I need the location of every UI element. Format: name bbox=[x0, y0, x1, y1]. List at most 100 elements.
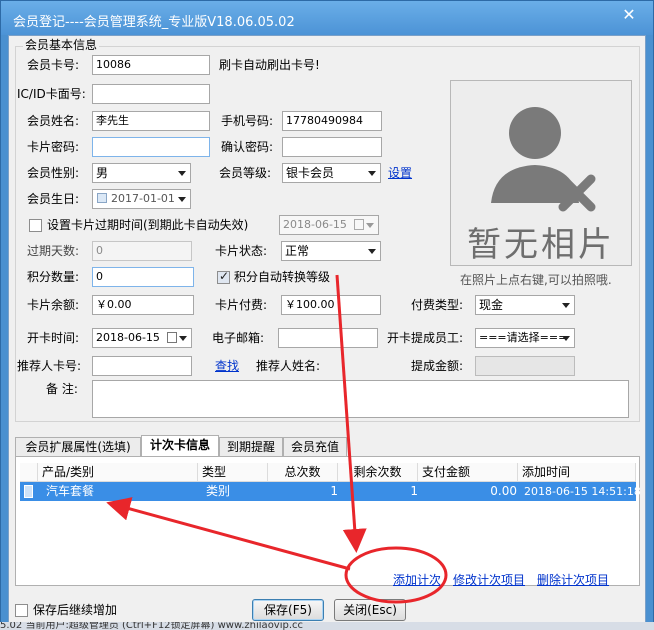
name-field[interactable]: 李先生 bbox=[92, 111, 210, 131]
row-indicator-icon bbox=[24, 485, 33, 498]
points-field[interactable]: 0 bbox=[92, 267, 194, 287]
add-count-link[interactable]: 添加计次 bbox=[393, 573, 441, 587]
points-label: 积分数量: bbox=[27, 270, 80, 284]
member-photo[interactable]: 暂无相片 bbox=[450, 80, 632, 266]
birthday-value: 2017-01-01 bbox=[111, 192, 175, 205]
level-settings-link[interactable]: 设置 bbox=[388, 166, 412, 180]
tab-member-extended[interactable]: 会员扩展属性(选填) bbox=[15, 437, 141, 457]
card-no-label: 会员卡号: bbox=[27, 58, 80, 72]
phone-label: 手机号码: bbox=[221, 114, 274, 128]
open-time-label: 开卡时间: bbox=[27, 331, 80, 345]
open-time-value: 2018-06-15 bbox=[96, 331, 160, 344]
chevron-down-icon bbox=[562, 336, 570, 341]
remark-label: 备 注: bbox=[46, 382, 78, 396]
card-hint: 刷卡自动刷出卡号! bbox=[219, 58, 320, 72]
ic-card-label: IC/ID卡面号: bbox=[17, 87, 86, 101]
col-amount[interactable]: 支付金额 bbox=[418, 463, 518, 482]
chevron-down-icon bbox=[368, 249, 376, 254]
referrer-label: 推荐人卡号: bbox=[17, 359, 82, 373]
level-value: 银卡会员 bbox=[286, 166, 335, 180]
row-indicator-header bbox=[20, 463, 38, 482]
expire-checkbox[interactable] bbox=[29, 219, 42, 232]
password-field[interactable] bbox=[92, 137, 210, 157]
cell-total: 1 bbox=[330, 484, 338, 498]
photo-hint: 在照片上点右键,可以拍照哦. bbox=[460, 273, 612, 287]
status-bar: 5.02 当前用户:超级管理员 (Ctrl+F12锁定屏幕) www.zhila… bbox=[0, 622, 654, 630]
referrer-name-label: 推荐人姓名: bbox=[256, 359, 321, 373]
col-type[interactable]: 类型 bbox=[198, 463, 268, 482]
window-title: 会员登记----会员管理系统_专业版V18.06.05.02 bbox=[13, 15, 295, 30]
email-label: 电子邮箱: bbox=[212, 331, 265, 345]
open-time-picker[interactable]: 2018-06-15 bbox=[92, 328, 192, 348]
card-no-field[interactable]: 10086 bbox=[92, 55, 210, 75]
tab-count-card[interactable]: 计次卡信息 bbox=[141, 435, 219, 457]
email-field[interactable] bbox=[278, 328, 378, 348]
card-status-select[interactable]: 正常 bbox=[281, 241, 381, 261]
cell-remaining: 1 bbox=[410, 484, 418, 498]
chevron-down-icon bbox=[368, 171, 376, 176]
member-register-window: 会员登记----会员管理系统_专业版V18.06.05.02 ✕ 会员基本信息 … bbox=[0, 0, 654, 624]
calendar-icon bbox=[354, 219, 364, 230]
chevron-down-icon bbox=[562, 303, 570, 308]
balance-field[interactable]: ￥0.00 bbox=[92, 295, 194, 315]
table-row[interactable]: 汽车套餐 类别 1 1 0.00 2018-06-15 14:51:18 bbox=[20, 482, 641, 501]
ic-card-field[interactable] bbox=[92, 84, 210, 104]
chevron-down-icon bbox=[178, 171, 186, 176]
no-photo-text: 暂无相片 bbox=[467, 225, 615, 265]
cell-amount: 0.00 bbox=[490, 484, 517, 498]
level-select[interactable]: 银卡会员 bbox=[282, 163, 381, 183]
pay-type-label: 付费类型: bbox=[411, 298, 464, 312]
commission-field bbox=[475, 356, 575, 376]
pay-type-select[interactable]: 现金 bbox=[475, 295, 575, 315]
delete-count-link[interactable]: 删除计次项目 bbox=[537, 573, 609, 587]
expire-date-picker[interactable]: 2018-06-15 bbox=[279, 215, 379, 235]
cell-product: 汽车套餐 bbox=[46, 484, 95, 498]
calendar-checkbox-icon[interactable] bbox=[97, 193, 107, 203]
card-status-label: 卡片状态: bbox=[215, 244, 268, 258]
col-product[interactable]: 产品/类别 bbox=[38, 463, 198, 482]
col-time[interactable]: 添加时间 bbox=[518, 463, 636, 482]
staff-value: ===请选择=== bbox=[479, 331, 568, 344]
birthday-picker[interactable]: 2017-01-01 bbox=[92, 189, 191, 209]
tab-member-recharge[interactable]: 会员充值 bbox=[283, 437, 347, 457]
title-bar: 会员登记----会员管理系统_专业版V18.06.05.02 ✕ bbox=[1, 1, 653, 35]
cell-type: 类别 bbox=[206, 484, 231, 498]
group-title: 会员基本信息 bbox=[23, 38, 100, 52]
name-label: 会员姓名: bbox=[27, 114, 80, 128]
keep-adding-checkbox[interactable] bbox=[15, 604, 28, 617]
points-auto-label: 积分自动转换等级 bbox=[234, 270, 331, 284]
referrer-field[interactable] bbox=[92, 356, 192, 376]
tab-expiry-reminder[interactable]: 到期提醒 bbox=[219, 437, 283, 457]
col-total[interactable]: 总次数 bbox=[268, 463, 338, 482]
close-icon[interactable]: ✕ bbox=[617, 5, 641, 27]
phone-field[interactable]: 17780490984 bbox=[282, 111, 382, 131]
keep-adding-label: 保存后继续增加 bbox=[33, 603, 118, 617]
expire-checkbox-label: 设置卡片过期时间(到期此卡自动失效) bbox=[47, 218, 249, 232]
chevron-down-icon bbox=[366, 223, 374, 228]
dialog-body: 会员基本信息 会员卡号: 10086 刷卡自动刷出卡号! IC/ID卡面号: 会… bbox=[8, 35, 646, 623]
cell-time: 2018-06-15 14:51:18 bbox=[524, 485, 641, 498]
expire-date-value: 2018-06-15 bbox=[283, 218, 347, 231]
points-auto-checkbox[interactable]: ✓ bbox=[217, 269, 230, 284]
password-label: 卡片密码: bbox=[27, 140, 80, 154]
gender-label: 会员性别: bbox=[27, 166, 80, 180]
find-referrer-link[interactable]: 查找 bbox=[215, 359, 239, 373]
staff-select[interactable]: ===请选择=== bbox=[475, 328, 575, 348]
save-button[interactable]: 保存(F5) bbox=[252, 599, 324, 621]
chevron-down-icon bbox=[179, 336, 187, 341]
gender-select[interactable]: 男 bbox=[92, 163, 191, 183]
confirm-password-field[interactable] bbox=[282, 137, 382, 157]
checkmark-icon: ✓ bbox=[219, 269, 230, 283]
confirm-password-label: 确认密码: bbox=[221, 140, 274, 154]
remark-field[interactable] bbox=[92, 380, 629, 418]
card-fee-field[interactable]: ￥100.00 bbox=[281, 295, 381, 315]
col-remaining[interactable]: 剩余次数 bbox=[338, 463, 418, 482]
edit-count-link[interactable]: 修改计次项目 bbox=[453, 573, 525, 587]
card-status-value: 正常 bbox=[285, 244, 310, 258]
gender-value: 男 bbox=[96, 166, 109, 180]
close-button[interactable]: 关闭(Esc) bbox=[334, 599, 406, 621]
commission-label: 提成金额: bbox=[411, 359, 464, 373]
chevron-down-icon bbox=[178, 197, 186, 202]
level-label: 会员等级: bbox=[219, 166, 272, 180]
staff-label: 开卡提成员工: bbox=[387, 331, 464, 345]
